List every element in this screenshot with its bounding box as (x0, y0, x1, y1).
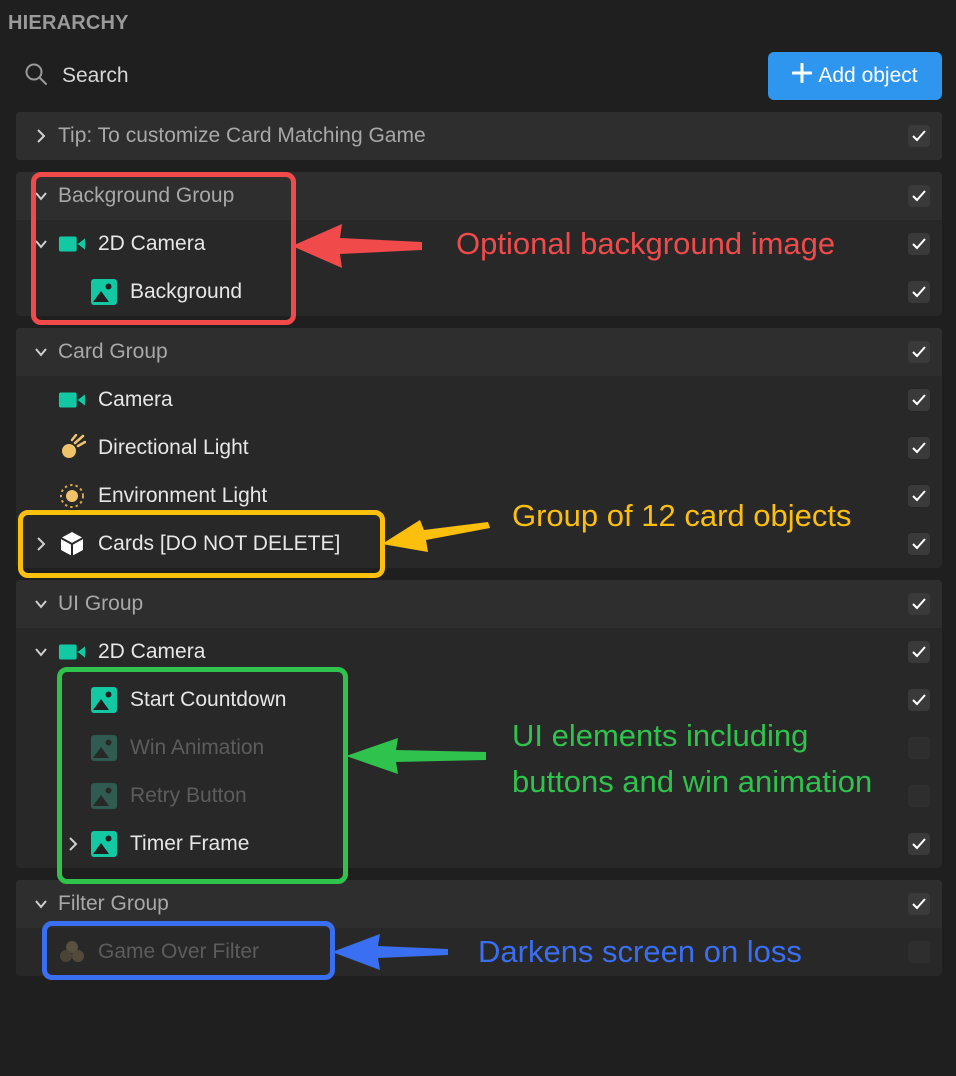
camera-icon (58, 638, 86, 666)
search-placeholder: Search (62, 64, 129, 87)
item-label: 2D Camera (98, 232, 206, 255)
filter-group-label: Filter Group (58, 892, 169, 915)
chevron-down-icon[interactable] (34, 597, 48, 611)
filter-icon (58, 938, 86, 966)
item-label: 2D Camera (98, 640, 206, 663)
arrow-left-icon (346, 738, 486, 774)
chevron-down-icon[interactable] (34, 237, 48, 251)
image-icon (90, 782, 118, 810)
hierarchy-item-camera[interactable]: Camera (16, 376, 942, 424)
visibility-checkbox[interactable] (908, 485, 930, 507)
visibility-checkbox[interactable] (908, 593, 930, 615)
item-label: Background (130, 280, 243, 303)
directional-light-icon (58, 434, 86, 462)
card-group-label: Card Group (58, 340, 168, 363)
annotation-filter: Darkens screen on loss (478, 934, 802, 969)
chevron-right-icon[interactable] (34, 537, 48, 551)
tip-panel: Tip: To customize Card Matching Game (16, 112, 942, 160)
background-group-label: Background Group (58, 184, 235, 207)
chevron-down-icon[interactable] (34, 345, 48, 359)
annotation-background: Optional background image (456, 226, 836, 261)
visibility-checkbox[interactable] (908, 185, 930, 207)
visibility-checkbox[interactable] (908, 641, 930, 663)
chevron-down-icon[interactable] (34, 189, 48, 203)
arrow-left-icon (332, 934, 448, 970)
visibility-checkbox[interactable] (908, 389, 930, 411)
item-label: Environment Light (98, 484, 268, 507)
visibility-checkbox[interactable] (908, 281, 930, 303)
chevron-down-icon[interactable] (34, 645, 48, 659)
annotation-ui-line2: buttons and win animation (512, 764, 873, 799)
cube-icon (58, 530, 86, 558)
ui-group-row[interactable]: UI Group (16, 580, 942, 628)
item-label: Game Over Filter (98, 940, 260, 963)
hierarchy-item-background[interactable]: Background (16, 268, 942, 316)
visibility-checkbox[interactable] (908, 689, 930, 711)
visibility-checkbox[interactable] (908, 785, 930, 807)
item-label: Directional Light (98, 436, 249, 459)
camera-icon (58, 230, 86, 258)
visibility-checkbox[interactable] (908, 833, 930, 855)
search-icon (24, 62, 48, 91)
hierarchy-title: HIERARCHY (8, 12, 129, 34)
visibility-checkbox[interactable] (908, 125, 930, 147)
image-icon (90, 830, 118, 858)
visibility-checkbox[interactable] (908, 941, 930, 963)
arrow-left-icon (292, 224, 422, 268)
search-field[interactable]: Search (24, 60, 129, 92)
image-icon (90, 686, 118, 714)
plus-icon (791, 62, 813, 89)
item-label: Win Animation (130, 736, 265, 759)
add-object-button[interactable]: Add object (768, 52, 942, 100)
hierarchy-item-directional-light[interactable]: Directional Light (16, 424, 942, 472)
ui-group-label: UI Group (58, 592, 144, 615)
tip-row[interactable]: Tip: To customize Card Matching Game (16, 112, 942, 160)
visibility-checkbox[interactable] (908, 893, 930, 915)
item-label: Camera (98, 388, 173, 411)
environment-light-icon (58, 482, 86, 510)
visibility-checkbox[interactable] (908, 233, 930, 255)
tip-label: Tip: To customize Card Matching Game (58, 124, 426, 147)
visibility-checkbox[interactable] (908, 533, 930, 555)
chevron-right-icon[interactable] (66, 837, 80, 851)
item-label: Retry Button (130, 784, 247, 807)
visibility-checkbox[interactable] (908, 341, 930, 363)
item-label: Start Countdown (130, 688, 287, 711)
annotation-ui-line1: UI elements including (512, 718, 809, 753)
hierarchy-item-2d-camera[interactable]: 2D Camera (16, 628, 942, 676)
item-label: Cards [DO NOT DELETE] (98, 532, 341, 555)
image-icon (90, 734, 118, 762)
visibility-checkbox[interactable] (908, 737, 930, 759)
hierarchy-item-timer-frame[interactable]: Timer Frame (16, 820, 942, 868)
card-group-row[interactable]: Card Group (16, 328, 942, 376)
annotation-cards: Group of 12 card objects (512, 498, 852, 533)
visibility-checkbox[interactable] (908, 437, 930, 459)
arrow-left-icon (382, 520, 490, 552)
image-icon (90, 278, 118, 306)
add-object-label: Add object (818, 64, 918, 87)
camera-icon (58, 386, 86, 414)
filter-group-row[interactable]: Filter Group (16, 880, 942, 928)
chevron-down-icon[interactable] (34, 897, 48, 911)
item-label: Timer Frame (130, 832, 250, 855)
chevron-right-icon[interactable] (34, 129, 48, 143)
background-group-row[interactable]: Background Group (16, 172, 942, 220)
